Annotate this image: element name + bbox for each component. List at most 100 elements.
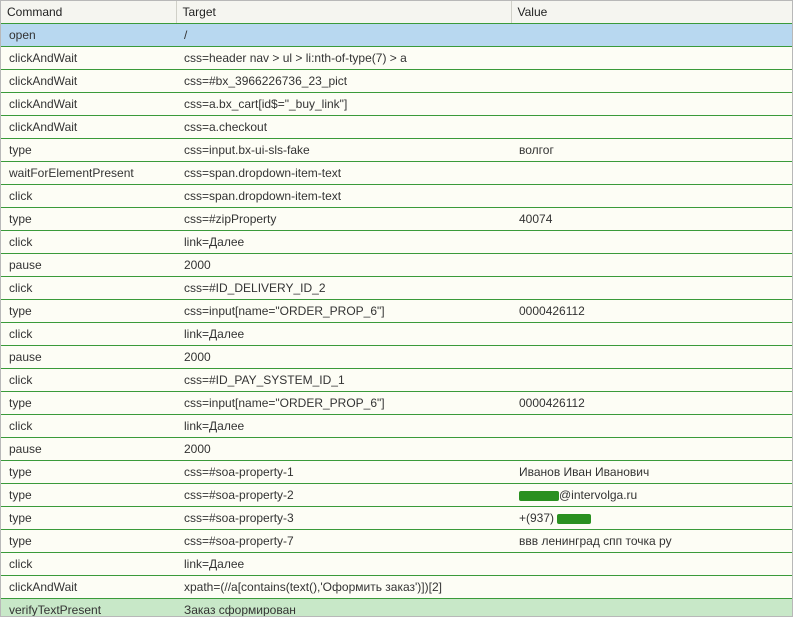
cell-value xyxy=(511,369,792,392)
table-row[interactable]: typecss=#zipProperty40074 xyxy=(1,208,792,231)
table-row[interactable]: typecss=input[name="ORDER_PROP_6"]000042… xyxy=(1,392,792,415)
cell-target: / xyxy=(176,24,511,47)
command-table-body: open/clickAndWaitcss=header nav > ul > l… xyxy=(1,24,792,617)
cell-command: pause xyxy=(1,346,176,369)
cell-value xyxy=(511,162,792,185)
cell-target: css=#soa-property-1 xyxy=(176,461,511,484)
cell-value xyxy=(511,231,792,254)
table-row[interactable]: clicklink=Далее xyxy=(1,415,792,438)
table-row[interactable]: typecss=input.bx-ui-sls-fakeволгог xyxy=(1,139,792,162)
cell-target: css=#ID_PAY_SYSTEM_ID_1 xyxy=(176,369,511,392)
cell-command: type xyxy=(1,300,176,323)
cell-command: open xyxy=(1,24,176,47)
cell-target: css=a.bx_cart[id$="_buy_link"] xyxy=(176,93,511,116)
table-row[interactable]: clickAndWaitcss=a.checkout xyxy=(1,116,792,139)
cell-command: click xyxy=(1,323,176,346)
table-row[interactable]: clickAndWaitcss=header nav > ul > li:nth… xyxy=(1,47,792,70)
cell-command: waitForElementPresent xyxy=(1,162,176,185)
table-row[interactable]: clickAndWaitcss=a.bx_cart[id$="_buy_link… xyxy=(1,93,792,116)
cell-target: link=Далее xyxy=(176,323,511,346)
cell-command: click xyxy=(1,277,176,300)
cell-target: link=Далее xyxy=(176,553,511,576)
cell-value xyxy=(511,576,792,599)
cell-value xyxy=(511,553,792,576)
cell-target: xpath=(//a[contains(text(),'Оформить зак… xyxy=(176,576,511,599)
table-row[interactable]: waitForElementPresentcss=span.dropdown-i… xyxy=(1,162,792,185)
cell-command: clickAndWait xyxy=(1,93,176,116)
cell-target: 2000 xyxy=(176,254,511,277)
table-row[interactable]: clicklink=Далее xyxy=(1,323,792,346)
cell-value: 0000426112 xyxy=(511,300,792,323)
table-row[interactable]: clickAndWaitxpath=(//a[contains(text(),'… xyxy=(1,576,792,599)
cell-command: clickAndWait xyxy=(1,47,176,70)
cell-command: pause xyxy=(1,254,176,277)
cell-target: link=Далее xyxy=(176,231,511,254)
cell-command: type xyxy=(1,484,176,507)
cell-command: click xyxy=(1,369,176,392)
cell-value xyxy=(511,277,792,300)
cell-command: clickAndWait xyxy=(1,116,176,139)
cell-target: css=#soa-property-7 xyxy=(176,530,511,553)
table-row[interactable]: open/ xyxy=(1,24,792,47)
command-table: Command Target Value open/clickAndWaitcs… xyxy=(1,1,792,617)
cell-command: type xyxy=(1,530,176,553)
cell-target: css=input.bx-ui-sls-fake xyxy=(176,139,511,162)
cell-value xyxy=(511,93,792,116)
cell-command: type xyxy=(1,392,176,415)
cell-command: pause xyxy=(1,438,176,461)
cell-value xyxy=(511,70,792,93)
cell-value: @intervolga.ru xyxy=(511,484,792,507)
cell-target: css=#ID_DELIVERY_ID_2 xyxy=(176,277,511,300)
cell-value: +(937) xyxy=(511,507,792,530)
table-row[interactable]: typecss=#soa-property-2@intervolga.ru xyxy=(1,484,792,507)
cell-target: 2000 xyxy=(176,346,511,369)
cell-command: click xyxy=(1,231,176,254)
header-target[interactable]: Target xyxy=(176,1,511,24)
header-row: Command Target Value xyxy=(1,1,792,24)
cell-target: css=#soa-property-3 xyxy=(176,507,511,530)
cell-command: type xyxy=(1,208,176,231)
cell-target: Заказ сформирован xyxy=(176,599,511,617)
cell-target: css=header nav > ul > li:nth-of-type(7) … xyxy=(176,47,511,70)
table-row[interactable]: clickcss=#ID_PAY_SYSTEM_ID_1 xyxy=(1,369,792,392)
cell-value xyxy=(511,438,792,461)
cell-value xyxy=(511,116,792,139)
cell-command: click xyxy=(1,415,176,438)
cell-command: clickAndWait xyxy=(1,70,176,93)
table-row[interactable]: typecss=#soa-property-1Иванов Иван Ивано… xyxy=(1,461,792,484)
cell-target: css=input[name="ORDER_PROP_6"] xyxy=(176,392,511,415)
cell-command: type xyxy=(1,507,176,530)
header-value[interactable]: Value xyxy=(511,1,792,24)
cell-value xyxy=(511,599,792,617)
cell-value: Иванов Иван Иванович xyxy=(511,461,792,484)
table-row[interactable]: typecss=#soa-property-3+(937) xyxy=(1,507,792,530)
header-command[interactable]: Command xyxy=(1,1,176,24)
table-row[interactable]: typecss=input[name="ORDER_PROP_6"]000042… xyxy=(1,300,792,323)
table-row[interactable]: clicklink=Далее xyxy=(1,553,792,576)
table-row[interactable]: pause2000 xyxy=(1,438,792,461)
cell-value xyxy=(511,254,792,277)
cell-target: 2000 xyxy=(176,438,511,461)
table-row[interactable]: clickAndWaitcss=#bx_3966226736_23_pict xyxy=(1,70,792,93)
cell-command: click xyxy=(1,553,176,576)
cell-target: css=#soa-property-2 xyxy=(176,484,511,507)
redacted-block xyxy=(519,491,559,501)
cell-value xyxy=(511,24,792,47)
table-row[interactable]: clickcss=span.dropdown-item-text xyxy=(1,185,792,208)
cell-value xyxy=(511,47,792,70)
table-row[interactable]: pause2000 xyxy=(1,346,792,369)
cell-value xyxy=(511,415,792,438)
cell-target: css=span.dropdown-item-text xyxy=(176,185,511,208)
table-row[interactable]: pause2000 xyxy=(1,254,792,277)
table-row[interactable]: clicklink=Далее xyxy=(1,231,792,254)
cell-target: css=a.checkout xyxy=(176,116,511,139)
cell-command: click xyxy=(1,185,176,208)
cell-target: css=#zipProperty xyxy=(176,208,511,231)
cell-value: 40074 xyxy=(511,208,792,231)
table-row[interactable]: typecss=#soa-property-7ввв ленинград спп… xyxy=(1,530,792,553)
table-row[interactable]: clickcss=#ID_DELIVERY_ID_2 xyxy=(1,277,792,300)
table-row[interactable]: verifyTextPresentЗаказ сформирован xyxy=(1,599,792,617)
cell-value xyxy=(511,323,792,346)
cell-target: css=span.dropdown-item-text xyxy=(176,162,511,185)
cell-target: css=#bx_3966226736_23_pict xyxy=(176,70,511,93)
